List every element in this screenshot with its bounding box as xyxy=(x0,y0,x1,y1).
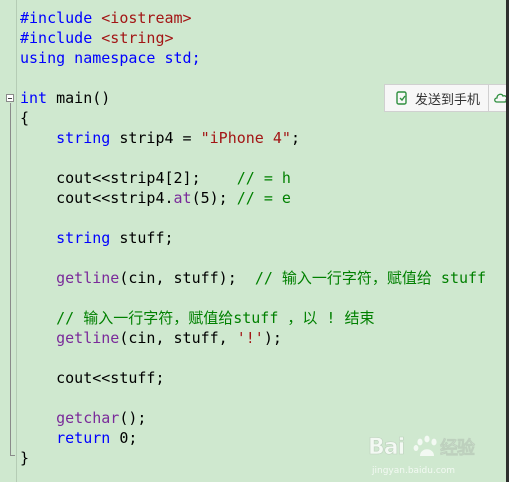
phone-send-icon xyxy=(396,91,407,105)
baidu-jingyan-watermark: Bai 经验 jingyan.baidu.com xyxy=(368,430,498,476)
keyword-token: string xyxy=(56,229,111,247)
code-token: cout<<strip4[2]; xyxy=(20,169,237,187)
code-line: getchar(); xyxy=(20,408,486,428)
code-line: getline(cin, stuff); // 输入一行字符，赋值给 stuff xyxy=(20,268,486,288)
keyword-token: int xyxy=(20,89,48,107)
comment-token: // 输入一行字符，赋值给stuff ，以 ! 结束 xyxy=(56,309,375,327)
code-line: using namespace std; xyxy=(20,48,486,68)
code-area[interactable]: #include <iostream> #include <string> usin… xyxy=(20,8,486,468)
comment-token: // 输入一行字符，赋值给 stuff xyxy=(254,269,487,287)
code-token: } xyxy=(20,449,30,467)
cloud-icon xyxy=(494,93,506,103)
code-token: (cin, stuff, xyxy=(119,329,237,347)
string-token: <string> xyxy=(101,29,174,47)
svg-text:Bai: Bai xyxy=(368,435,404,460)
code-line: // 输入一行字符，赋值给stuff ，以 ! 结束 xyxy=(20,308,486,328)
code-line: #include <string> xyxy=(20,28,486,48)
code-token: strip4 = xyxy=(110,129,201,147)
string-token: <iostream> xyxy=(101,9,192,27)
keyword-token: #include xyxy=(20,9,102,27)
code-token: (5); xyxy=(191,189,237,207)
keyword-token: #include xyxy=(20,29,102,47)
function-token: at xyxy=(173,189,192,207)
send-to-phone-label: 发送到手机 xyxy=(415,92,481,108)
code-line: string stuff; xyxy=(20,228,486,248)
keyword-token: return xyxy=(56,429,111,447)
watermark-url: jingyan.baidu.com xyxy=(372,466,456,476)
watermark-logo: Bai 经验 xyxy=(368,432,498,468)
keyword-token: string xyxy=(56,129,111,147)
svg-text:经验: 经验 xyxy=(440,437,476,459)
code-token: (cin, stuff); xyxy=(119,269,255,287)
string-token: '!' xyxy=(236,329,264,347)
code-token: main() xyxy=(47,89,111,107)
fold-guide-line xyxy=(10,103,11,455)
send-to-phone-button[interactable]: 发送到手机 xyxy=(385,85,489,111)
function-token: getline xyxy=(56,329,120,347)
code-line: cout<<stuff; xyxy=(20,368,486,388)
code-token: ; xyxy=(290,129,300,147)
code-line: string strip4 = "iPhone 4"; xyxy=(20,128,486,148)
fold-toggle-icon[interactable] xyxy=(6,94,14,102)
code-token: cout<<strip4. xyxy=(20,189,174,207)
code-token: ); xyxy=(263,329,282,347)
code-token: stuff; xyxy=(110,229,174,247)
editor-gutter xyxy=(0,0,17,482)
function-token: getchar xyxy=(56,409,120,427)
code-line: cout<<strip4.at(5); // = e xyxy=(20,188,486,208)
code-token: (); xyxy=(119,409,147,427)
string-token: "iPhone 4" xyxy=(200,129,291,147)
code-token: cout<<stuff; xyxy=(20,369,165,387)
code-line: #include <iostream> xyxy=(20,8,486,28)
baidu-paw-logo-icon: Bai 经验 xyxy=(368,435,478,461)
code-token: { xyxy=(20,109,30,127)
code-line: cout<<strip4[2]; // = h xyxy=(20,168,486,188)
send-to-phone-toolbar: 发送到手机 xyxy=(384,84,506,112)
comment-token: // = e xyxy=(236,189,291,207)
comment-token: // = h xyxy=(236,169,291,187)
cloud-button[interactable] xyxy=(489,85,506,111)
code-editor[interactable]: #include <iostream> #include <string> usin… xyxy=(0,0,509,482)
code-line: getline(cin, stuff, '!'); xyxy=(20,328,486,348)
function-token: getline xyxy=(56,269,120,287)
fold-end-marker xyxy=(10,455,15,456)
keyword-token: using namespace std; xyxy=(20,49,201,67)
code-token: 0; xyxy=(110,429,138,447)
